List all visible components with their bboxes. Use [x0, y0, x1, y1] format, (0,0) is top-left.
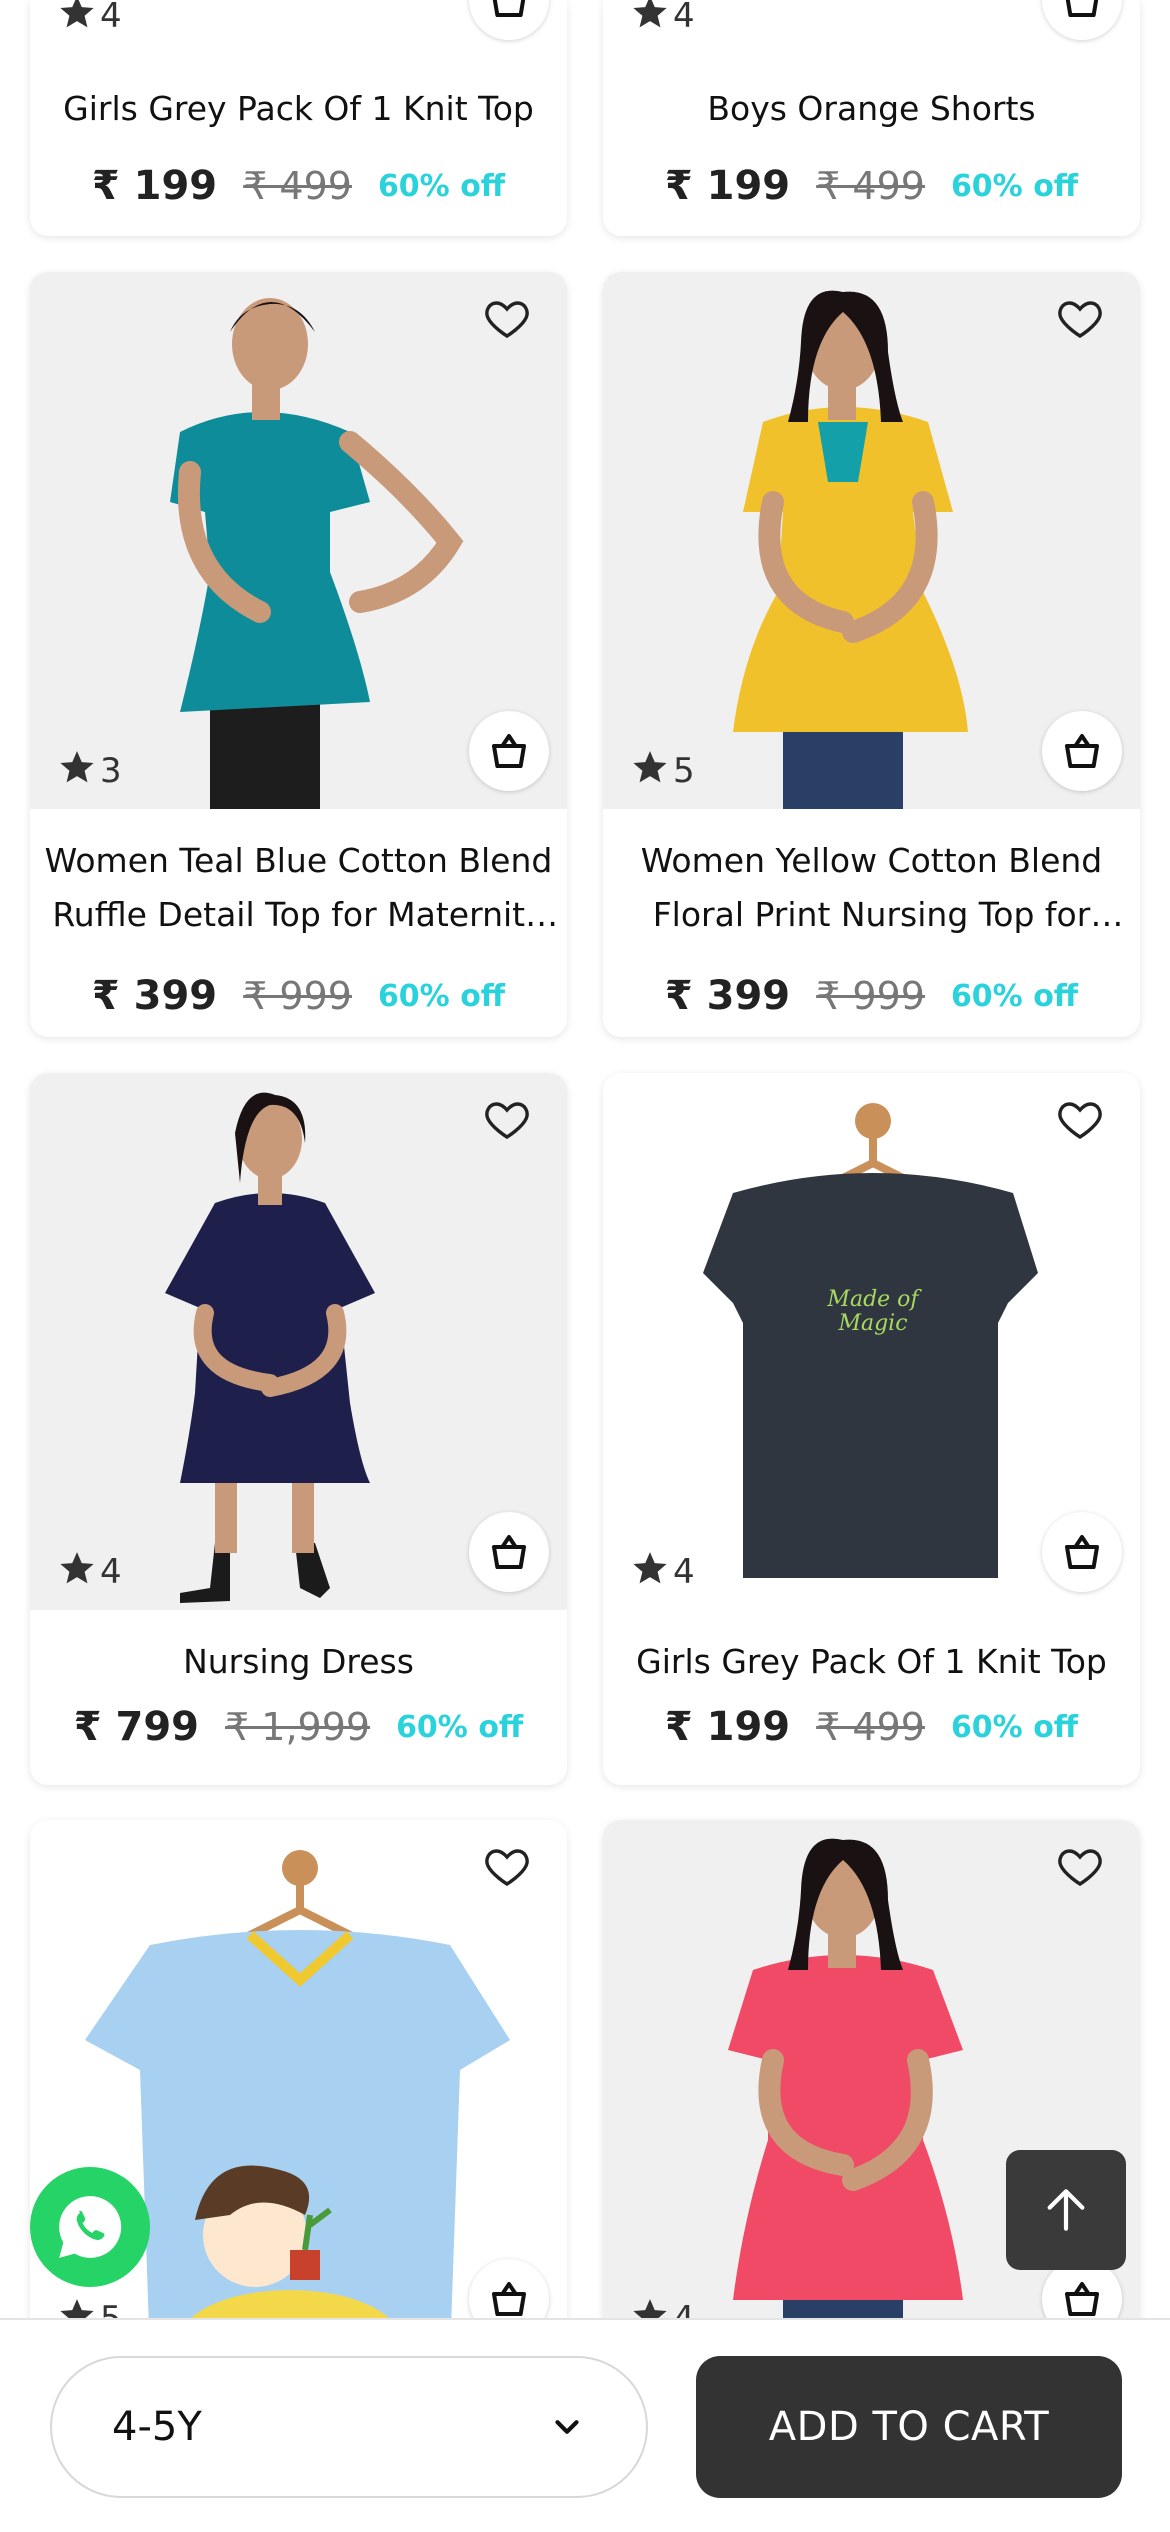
shopping-bag-icon	[492, 0, 526, 17]
bottom-action-bar: 4-5Y ADD TO CART	[0, 2318, 1170, 2532]
sale-price: ₹ 799	[73, 1704, 200, 1750]
heart-icon	[1058, 301, 1102, 338]
discount-badge: 60% off	[950, 978, 1079, 1014]
heart-icon	[485, 1102, 529, 1139]
product-card[interactable]: 4 Girls Grey Pack Of 1 Knit Top ₹ 199 ₹ …	[30, 0, 567, 236]
size-select[interactable]: 4-5Y	[50, 2356, 648, 2498]
shopping-bag-icon	[1065, 2282, 1099, 2316]
price-row: ₹ 399 ₹ 999 60% off	[603, 968, 1140, 1024]
price-row: ₹ 199 ₹ 499 60% off	[603, 1699, 1140, 1755]
product-title[interactable]: Women Teal Blue Cotton Blend Ruffle Deta…	[38, 834, 559, 942]
add-to-cart-button[interactable]: ADD TO CART	[696, 2356, 1122, 2498]
product-image[interactable]: Made of Magic 4	[603, 1073, 1140, 1610]
product-rating: 4	[58, 0, 122, 40]
whatsapp-icon	[59, 2196, 122, 2258]
discount-badge: 60% off	[950, 168, 1079, 204]
product-title[interactable]: Women Yellow Cotton Blend Floral Print N…	[611, 834, 1132, 942]
star-icon	[58, 1549, 96, 1596]
original-price: ₹ 499	[816, 1705, 925, 1749]
whatsapp-button[interactable]	[30, 2167, 150, 2287]
product-rating: 3	[58, 747, 122, 795]
wishlist-button[interactable]	[1052, 290, 1108, 346]
product-title[interactable]: Girls Grey Pack Of 1 Knit Top	[611, 1635, 1132, 1689]
product-title[interactable]: Boys Orange Shorts	[611, 82, 1132, 136]
add-to-bag-button[interactable]	[469, 1512, 549, 1592]
product-rating: 4	[58, 1548, 122, 1596]
shopping-bag-icon	[1065, 1535, 1099, 1569]
discount-badge: 60% off	[377, 978, 506, 1014]
sale-price: ₹ 199	[664, 163, 791, 209]
product-image[interactable]: 5	[603, 272, 1140, 809]
star-icon	[631, 0, 669, 40]
product-rating: 5	[631, 747, 695, 795]
product-image[interactable]: 4	[603, 1820, 1140, 2357]
shopping-bag-icon	[1065, 0, 1099, 17]
wishlist-button[interactable]	[1052, 1091, 1108, 1147]
wishlist-button[interactable]	[479, 1838, 535, 1894]
shopping-bag-icon	[492, 2282, 526, 2316]
original-price: ₹ 1,999	[225, 1705, 371, 1749]
price-row: ₹ 799 ₹ 1,999 60% off	[30, 1699, 567, 1755]
wishlist-button[interactable]	[479, 1091, 535, 1147]
wishlist-button[interactable]	[479, 290, 535, 346]
heart-icon	[1058, 1102, 1102, 1139]
star-icon	[631, 1549, 669, 1596]
heart-icon	[485, 301, 529, 338]
heart-icon	[485, 1849, 529, 1886]
discount-badge: 60% off	[396, 1709, 524, 1745]
add-to-bag-button[interactable]	[1042, 711, 1122, 791]
tshirt-print-text: Made of Magic	[827, 1287, 919, 1336]
star-icon	[58, 748, 96, 795]
product-card[interactable]: 5 Women Yellow Cotton Blend Floral Print…	[603, 272, 1140, 1037]
product-image[interactable]: 3	[30, 272, 567, 809]
sale-price: ₹ 199	[664, 1704, 791, 1750]
price-row: ₹ 199 ₹ 499 60% off	[30, 158, 567, 214]
price-row: ₹ 399 ₹ 999 60% off	[30, 968, 567, 1024]
discount-badge: 60% off	[950, 1709, 1079, 1745]
chevron-down-icon	[555, 2420, 579, 2434]
star-icon	[58, 0, 96, 40]
sale-price: ₹ 399	[91, 973, 218, 1019]
product-image[interactable]: 4	[30, 1073, 567, 1610]
shopping-bag-icon	[492, 734, 526, 768]
wishlist-button[interactable]	[1052, 1838, 1108, 1894]
product-card[interactable]: 4 Nursing Dress ₹ 799 ₹ 1,999 60% off	[30, 1073, 567, 1785]
original-price: ₹ 499	[243, 164, 352, 208]
scroll-to-top-button[interactable]	[1006, 2150, 1126, 2270]
product-rating: 4	[631, 0, 695, 40]
sale-price: ₹ 199	[91, 163, 218, 209]
original-price: ₹ 999	[816, 974, 925, 1018]
heart-icon	[1058, 1849, 1102, 1886]
add-to-bag-button[interactable]	[1042, 1512, 1122, 1592]
product-card[interactable]: 3 Women Teal Blue Cotton Blend Ruffle De…	[30, 272, 567, 1037]
sale-price: ₹ 399	[664, 973, 791, 1019]
add-to-bag-button[interactable]	[469, 711, 549, 791]
arrow-up-icon	[1047, 2189, 1085, 2231]
shopping-bag-icon	[492, 1535, 526, 1569]
star-icon	[631, 748, 669, 795]
product-card[interactable]: 4 Boys Orange Shorts ₹ 199 ₹ 499 60% off	[603, 0, 1140, 236]
size-select-value: 4-5Y	[112, 2404, 202, 2450]
product-rating: 4	[631, 1548, 695, 1596]
price-row: ₹ 199 ₹ 499 60% off	[603, 158, 1140, 214]
product-title[interactable]: Nursing Dress	[38, 1635, 559, 1689]
original-price: ₹ 999	[243, 974, 352, 1018]
original-price: ₹ 499	[816, 164, 925, 208]
shopping-bag-icon	[1065, 734, 1099, 768]
product-title[interactable]: Girls Grey Pack Of 1 Knit Top	[38, 82, 559, 136]
product-card[interactable]: Made of Magic 4 Girls Grey Pack Of 1 Kni…	[603, 1073, 1140, 1785]
discount-badge: 60% off	[377, 168, 506, 204]
